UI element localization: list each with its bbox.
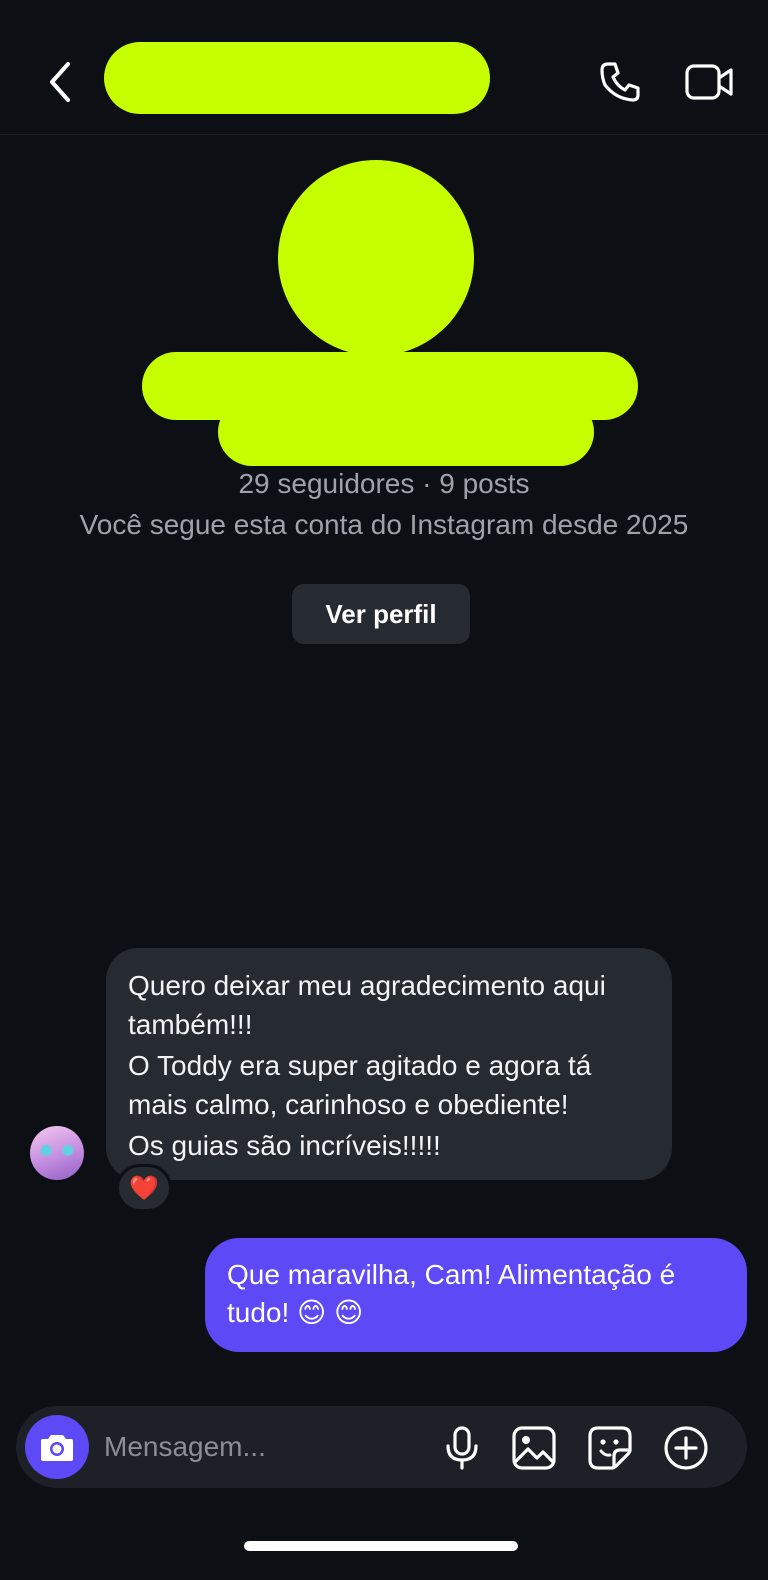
more-options-button[interactable]	[662, 1424, 710, 1472]
video-call-button[interactable]	[684, 58, 736, 106]
gallery-icon	[512, 1426, 556, 1470]
audio-call-button[interactable]	[596, 58, 644, 106]
outgoing-message-bubble[interactable]: Que maravilha, Cam! Alimentação é tudo! …	[205, 1238, 747, 1352]
heart-reaction[interactable]: ❤️	[116, 1164, 172, 1212]
microphone-icon	[446, 1426, 478, 1470]
chat-header	[0, 0, 768, 135]
contact-name-redacted[interactable]	[104, 42, 490, 114]
camera-button[interactable]	[25, 1415, 89, 1479]
profile-avatar-redacted	[278, 160, 474, 356]
message-line: Os guias são incríveis!!!!!	[128, 1130, 441, 1161]
plus-circle-icon	[664, 1426, 708, 1470]
sender-avatar[interactable]	[30, 1126, 84, 1180]
home-indicator[interactable]	[244, 1541, 518, 1551]
view-profile-button[interactable]: Ver perfil	[292, 584, 470, 644]
back-button[interactable]	[40, 58, 80, 106]
chat-screen: 29 seguidores · 9 posts Você segue esta …	[0, 0, 768, 1580]
camera-icon	[41, 1435, 73, 1461]
sticker-button[interactable]	[586, 1424, 634, 1472]
gallery-button[interactable]	[510, 1424, 558, 1472]
phone-icon	[600, 62, 640, 102]
sticker-icon	[588, 1426, 632, 1470]
profile-username-redacted	[218, 398, 594, 466]
message-composer	[16, 1406, 747, 1488]
message-line: Quero deixar meu agradecimento aqui tamb…	[128, 970, 606, 1040]
following-since-text: Você segue esta conta do Instagram desde…	[79, 509, 689, 540]
incoming-message-bubble[interactable]: Quero deixar meu agradecimento aqui tamb…	[106, 948, 672, 1180]
voice-message-button[interactable]	[438, 1424, 486, 1472]
message-line: O Toddy era super agitado e agora tá mai…	[128, 1050, 592, 1120]
profile-stats: 29 seguidores · 9 posts	[238, 468, 530, 499]
chevron-left-icon	[50, 62, 70, 102]
message-input[interactable]	[104, 1421, 424, 1473]
video-camera-icon	[685, 64, 733, 100]
